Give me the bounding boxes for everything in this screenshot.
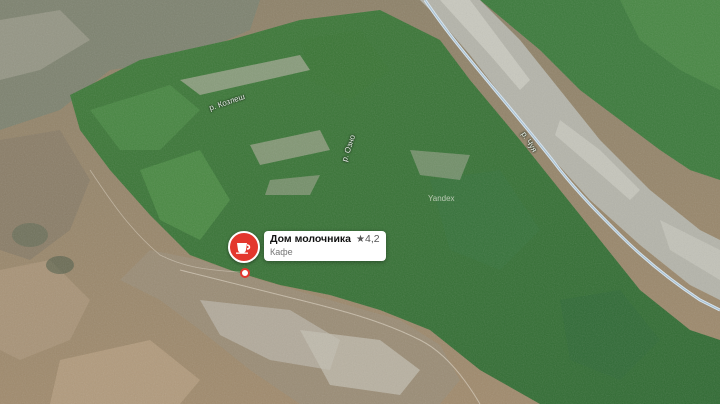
poi-title-row: Дом молочника ★4,2 bbox=[270, 233, 380, 246]
cup-icon bbox=[236, 243, 251, 254]
star-icon: ★ bbox=[356, 234, 365, 245]
cafe-map-pin[interactable] bbox=[228, 231, 260, 263]
poi-rating-value: 4,2 bbox=[365, 233, 380, 245]
poi-card[interactable]: Дом молочника ★4,2 Кафе bbox=[264, 231, 386, 261]
satellite-map[interactable]: р. Козлеш р. Озно р. Чуя Yandex Дом моло… bbox=[0, 0, 720, 404]
poi-location-dot bbox=[240, 268, 250, 278]
map-watermark: Yandex bbox=[428, 194, 455, 203]
poi-rating: ★4,2 bbox=[356, 233, 380, 246]
terrain-layer bbox=[0, 0, 720, 404]
poi-name: Дом молочника bbox=[270, 233, 352, 245]
poi-category: Кафе bbox=[270, 247, 293, 257]
